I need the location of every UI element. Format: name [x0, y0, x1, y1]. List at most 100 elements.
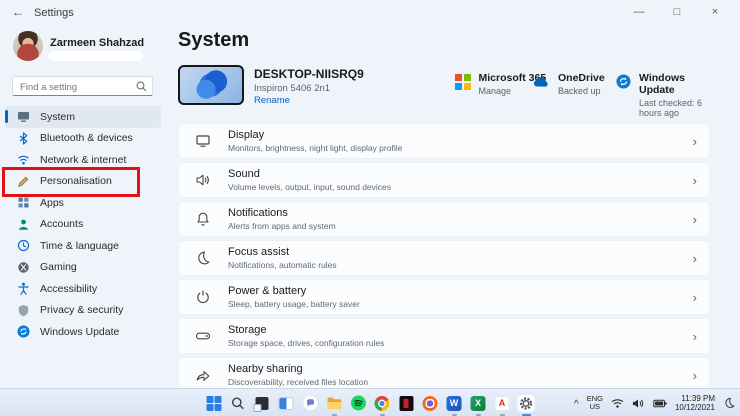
browser-button[interactable] [422, 395, 439, 412]
row-title: Notifications [228, 207, 288, 219]
privacy-icon [17, 304, 30, 317]
acrobat-icon: A [494, 395, 510, 411]
maximize-button[interactable]: □ [658, 0, 696, 24]
sidebar-item-network[interactable]: Network & internet [5, 149, 161, 171]
windows-logo-icon [206, 395, 222, 411]
row-subtitle: Alerts from apps and system [228, 221, 336, 231]
chat-button[interactable] [302, 395, 319, 412]
media-app-button[interactable] [398, 395, 415, 412]
row-subtitle: Sleep, battery usage, battery saver [228, 299, 360, 309]
clock[interactable]: 11:39 PM 10/12/2021 [675, 394, 715, 412]
status-subtitle: Last checked: 6 hours ago [639, 98, 703, 118]
row-subtitle: Monitors, brightness, night light, displ… [228, 143, 403, 153]
task-view-icon [253, 396, 269, 412]
storage-icon [195, 328, 211, 344]
taskbar-search-button[interactable] [230, 395, 247, 412]
row-sound[interactable]: Sound Volume levels, output, input, sound… [178, 162, 710, 198]
language-region: US [589, 402, 601, 411]
status-card-onedrive[interactable]: OneDrive Backed up [532, 72, 605, 96]
search-box [12, 76, 153, 97]
tray-time: 11:39 PM [681, 394, 715, 403]
user-name: Zarmeen Shahzad [50, 37, 145, 49]
widgets-button[interactable] [278, 395, 295, 412]
avatar[interactable] [13, 31, 43, 61]
network-icon [17, 153, 30, 166]
wifi-icon[interactable] [611, 398, 624, 409]
time-language-icon [17, 239, 30, 252]
row-title: Storage [228, 324, 267, 336]
file-explorer-icon [327, 397, 341, 409]
close-button[interactable]: × [696, 0, 734, 24]
chevron-right-icon: › [692, 172, 697, 188]
focus-assist-icon [195, 250, 211, 266]
display-icon [195, 133, 211, 149]
gaming-icon [17, 261, 30, 274]
row-display[interactable]: Display Monitors, brightness, night light… [178, 123, 710, 159]
word-icon: W [446, 395, 462, 411]
acrobat-button[interactable]: A [494, 395, 511, 416]
sidebar-item-privacy[interactable]: Privacy & security [5, 300, 161, 322]
sidebar-item-personalisation[interactable]: Personalisation [5, 171, 161, 193]
minimize-button[interactable]: — [620, 0, 658, 24]
onedrive-icon [532, 74, 550, 92]
word-button[interactable]: W [446, 395, 463, 416]
widgets-icon [278, 396, 294, 410]
back-button[interactable]: ← [12, 5, 24, 19]
sidebar-item-label: Personalisation [40, 175, 112, 188]
language-indicator[interactable]: ENG US [587, 395, 603, 411]
power-icon [195, 289, 211, 305]
selected-accent-pill [5, 110, 8, 123]
row-title: Sound [228, 168, 260, 180]
status-title: OneDrive [558, 72, 605, 84]
sidebar: Zarmeen Shahzad System Bluetooth & devic… [0, 26, 166, 388]
settings-taskbar-button[interactable] [517, 394, 535, 416]
spotify-button[interactable] [350, 395, 367, 412]
chevron-right-icon: › [692, 250, 697, 266]
focus-moon-icon[interactable] [723, 397, 735, 409]
row-focus-assist[interactable]: Focus assist Notifications, automatic rul… [178, 240, 710, 276]
device-thumbnail [178, 65, 244, 105]
sound-icon [195, 172, 211, 188]
sidebar-item-windows-update[interactable]: Windows Update [5, 321, 161, 343]
row-power-battery[interactable]: Power & battery Sleep, battery usage, bat… [178, 279, 710, 315]
device-name: DESKTOP-NIISRQ9 [254, 67, 364, 81]
bluetooth-icon [17, 132, 30, 145]
row-storage[interactable]: Storage Storage space, drives, configurat… [178, 318, 710, 354]
row-nearby-sharing[interactable]: Nearby sharing Discoverability, received … [178, 357, 710, 388]
notifications-icon [195, 211, 211, 227]
rename-link[interactable]: Rename [254, 95, 290, 106]
status-title: Windows Update [639, 72, 685, 96]
sidebar-item-accessibility[interactable]: Accessibility [5, 278, 161, 300]
status-subtitle: Backed up [558, 86, 601, 96]
page-title: System [178, 29, 250, 51]
tray-chevron-icon[interactable]: ^ [574, 399, 579, 410]
row-title: Display [228, 129, 265, 141]
start-button[interactable] [206, 395, 223, 412]
status-card-windows-update[interactable]: Windows Update Last checked: 6 hours ago [616, 72, 710, 118]
excel-icon: X [470, 395, 486, 411]
sidebar-item-gaming[interactable]: Gaming [5, 257, 161, 279]
taskbar: W X A ^ ENG US 11:39 PM 10/12/2021 [0, 388, 740, 416]
volume-icon[interactable] [632, 398, 645, 409]
search-input[interactable] [13, 78, 152, 97]
file-explorer-button[interactable] [326, 395, 343, 416]
accessibility-icon [17, 282, 30, 296]
chrome-button[interactable] [374, 395, 391, 416]
sidebar-item-label: Apps [40, 196, 64, 209]
microsoft-logo [455, 74, 471, 90]
taskbar-icons: W X A [206, 389, 535, 416]
sidebar-item-bluetooth[interactable]: Bluetooth & devices [5, 128, 161, 150]
excel-button[interactable]: X [470, 395, 487, 416]
browser-icon [422, 395, 438, 411]
task-view-button[interactable] [253, 395, 271, 412]
settings-rows: Display Monitors, brightness, night light… [178, 123, 710, 388]
sidebar-item-apps[interactable]: Apps [5, 192, 161, 214]
battery-icon[interactable] [653, 399, 667, 408]
gear-icon [519, 396, 533, 410]
apps-icon [17, 196, 30, 209]
sidebar-item-time-language[interactable]: Time & language [5, 235, 161, 257]
sidebar-item-accounts[interactable]: Accounts [5, 214, 161, 236]
sidebar-item-system[interactable]: System [5, 106, 161, 128]
row-notifications[interactable]: Notifications Alerts from apps and system… [178, 201, 710, 237]
user-email-redacted [48, 51, 143, 61]
